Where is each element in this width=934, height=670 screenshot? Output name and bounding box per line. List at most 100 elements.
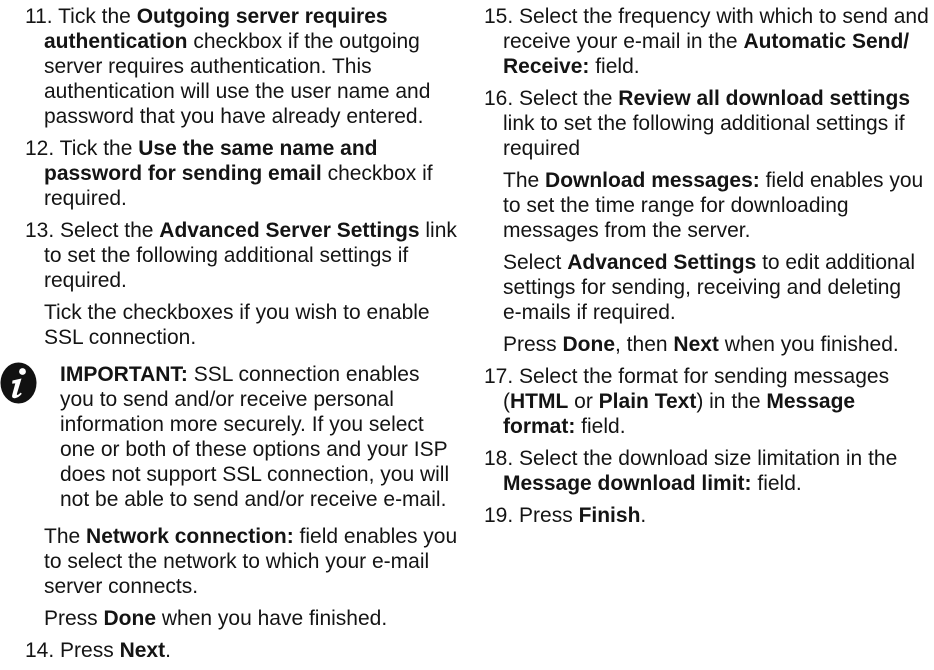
text-run: password that you have already entered.: [44, 105, 424, 128]
text-line: required: [503, 136, 934, 161]
step-item: 19. Press Finish.: [484, 503, 934, 528]
text-line: e-mails if required.: [503, 300, 934, 325]
paragraph: Press Done, then Next when you finished.: [484, 332, 934, 357]
text-line: 17. Select the format for sending messag…: [484, 364, 934, 389]
left-column: 11. Tick the Outgoing server requires aut…: [0, 4, 465, 670]
right-column: 15. Select the frequency with which to s…: [484, 4, 934, 535]
paragraph: Press Done when you have finished.: [25, 606, 465, 631]
step-number: 11.: [25, 5, 53, 28]
text-run: e-mails if required.: [503, 301, 676, 324]
step-number: 12.: [25, 137, 55, 160]
text-run: (: [503, 390, 510, 413]
bold-text: Message download limit:: [503, 472, 752, 495]
bold-text: Advanced Server Settings: [159, 219, 420, 242]
paragraph: Tick the checkboxes if you wish to enabl…: [25, 300, 465, 350]
step-number: 18.: [484, 447, 514, 470]
text-line: Press Done when you have finished.: [44, 606, 465, 631]
text-run: link to set the following additional set…: [503, 112, 905, 135]
text-run: to set the time range for downloading: [503, 194, 849, 217]
step-number: 13.: [25, 219, 55, 242]
step-item: 12. Tick the Use the same name and passwo…: [25, 136, 465, 211]
text-run: to edit additional: [756, 251, 916, 274]
text-run: Press: [519, 504, 579, 527]
bold-text: format:: [503, 415, 576, 438]
text-run: field.: [589, 55, 640, 78]
text-run: field enables you: [759, 169, 924, 192]
bold-text: Use the same name and: [138, 137, 378, 160]
bold-text: Message: [766, 390, 856, 413]
text-run: required.: [44, 187, 127, 210]
text-run: to select the network to which your e-ma…: [44, 550, 430, 573]
text-line: The Download messages: field enables you: [503, 168, 934, 193]
text-line: 19. Press Finish.: [484, 503, 934, 528]
text-line: 11. Tick the Outgoing server requires: [25, 4, 465, 29]
bold-text: Plain Text: [598, 390, 697, 413]
text-line: messages from the server.: [503, 218, 934, 243]
text-run: required.: [44, 269, 127, 292]
text-line: not be able to send and/or receive e-mai…: [60, 487, 465, 512]
text-run: , then: [615, 333, 674, 356]
paragraph: Select Advanced Settings to edit additio…: [484, 250, 934, 325]
text-run: Press: [60, 639, 120, 662]
text-run: field enables you: [293, 525, 458, 548]
text-run: field.: [575, 415, 626, 438]
text-line: receive your e-mail in the Automatic Sen…: [503, 29, 934, 54]
text-line: password for sending email checkbox if: [44, 161, 465, 186]
text-run: SSL connection enables: [187, 363, 420, 386]
text-run: when you have finished.: [156, 607, 388, 630]
text-line: 16. Select the Review all download setti…: [484, 86, 934, 111]
text-run: server requires authentication. This: [44, 55, 372, 78]
text-line: server connects.: [44, 574, 465, 599]
text-line: format: field.: [503, 414, 934, 439]
text-line: Select Advanced Settings to edit additio…: [503, 250, 934, 275]
text-run: messages from the server.: [503, 219, 751, 242]
text-run: Select the frequency with which to send …: [519, 5, 929, 28]
info-icon: [0, 362, 37, 404]
bold-text: password for sending email: [44, 162, 322, 185]
text-run: does not support SSL connection, you wil…: [60, 463, 450, 486]
text-line: authentication will use the user name an…: [44, 79, 465, 104]
text-line: Press Done, then Next when you finished.: [503, 332, 934, 357]
text-line: 15. Select the frequency with which to s…: [484, 4, 934, 29]
bold-text: authentication: [44, 30, 188, 53]
text-run: field.: [751, 472, 802, 495]
text-line: The Network connection: field enables yo…: [44, 524, 465, 549]
text-line: (HTML or Plain Text) in the Message: [503, 389, 934, 414]
text-run: Press: [503, 333, 563, 356]
step-number: 14.: [25, 639, 55, 662]
text-run: checkbox if the outgoing: [187, 30, 420, 53]
text-run: SSL connection.: [44, 326, 197, 349]
text-line: password that you have already entered.: [44, 104, 465, 129]
bold-text: Receive:: [503, 55, 590, 78]
text-line: required.: [44, 186, 465, 211]
text-run: settings for sending, receiving and dele…: [503, 276, 902, 299]
important-note: IMPORTANT: SSL connection enables you to …: [0, 362, 465, 512]
step-item: 15. Select the frequency with which to s…: [484, 4, 934, 79]
text-line: you to send and/or receive personal: [60, 387, 465, 412]
step-item: 18. Select the download size limitation …: [484, 446, 934, 496]
text-run: checkbox if: [321, 162, 433, 185]
text-run: receive your e-mail in the: [503, 30, 744, 53]
bold-text: Outgoing server requires: [136, 5, 388, 28]
bold-text: HTML: [510, 390, 569, 413]
text-run: Tick the checkboxes if you wish to enabl…: [44, 301, 430, 324]
text-run: Select: [503, 251, 568, 274]
text-line: settings for sending, receiving and dele…: [503, 275, 934, 300]
text-line: to select the network to which your e-ma…: [44, 549, 465, 574]
text-line: link to set the following additional set…: [503, 111, 934, 136]
text-run: authentication will use the user name an…: [44, 80, 431, 103]
step-number: 17.: [484, 365, 514, 388]
text-line: IMPORTANT: SSL connection enables: [60, 362, 465, 387]
text-run: Tick the: [58, 5, 137, 28]
bold-text: Finish: [578, 504, 641, 527]
bold-text: Done: [562, 333, 616, 356]
text-line: 12. Tick the Use the same name and: [25, 136, 465, 161]
text-line: does not support SSL connection, you wil…: [60, 462, 465, 487]
step-item: 14. Press Next.: [25, 638, 465, 663]
text-line: 18. Select the download size limitation …: [484, 446, 934, 471]
text-line: SSL connection.: [44, 325, 465, 350]
text-run: The: [44, 525, 87, 548]
step-number: 15.: [484, 5, 514, 28]
text-run: one or both of these options and your IS…: [60, 438, 448, 461]
text-run: Press: [44, 607, 104, 630]
